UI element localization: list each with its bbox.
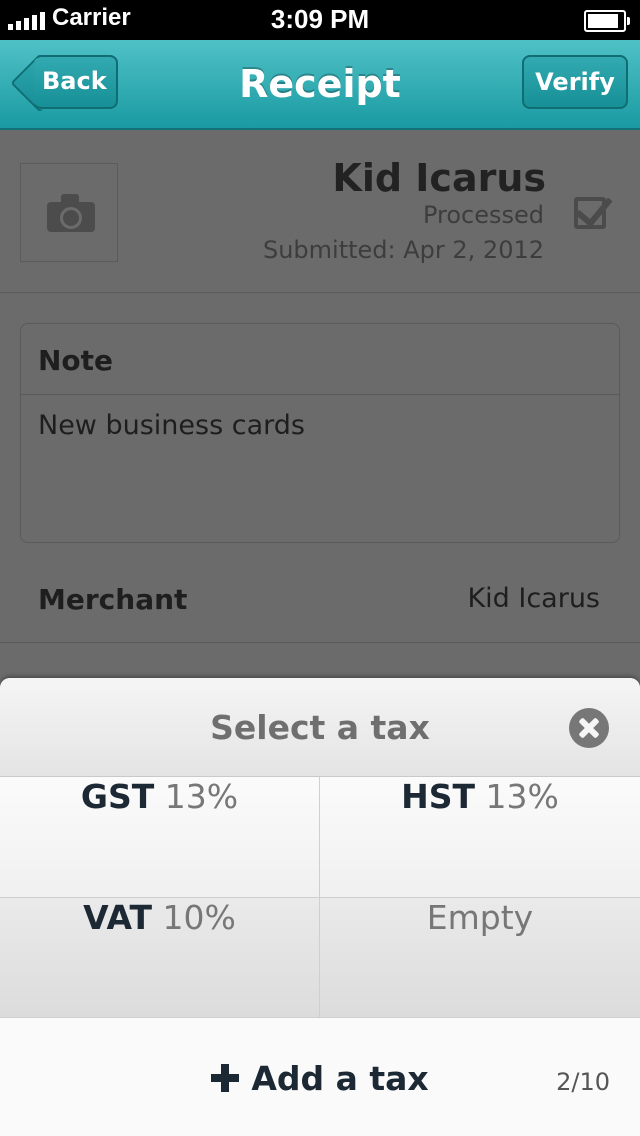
checkbox-icon[interactable] xyxy=(574,197,606,229)
tax-option-empty[interactable]: Empty xyxy=(320,897,640,1017)
tax-count: 2/10 xyxy=(556,1068,610,1096)
tax-option-empty-label: Empty xyxy=(426,898,534,937)
tax-option-gst[interactable]: GST 13% xyxy=(0,777,320,897)
tax-option-hst[interactable]: HST 13% xyxy=(320,777,640,897)
close-icon[interactable] xyxy=(569,708,609,748)
sheet-header: Select a tax xyxy=(0,678,640,777)
navigation-bar: Back Receipt Verify xyxy=(0,40,640,130)
tax-option-name: GST xyxy=(80,777,155,816)
tax-option-rate: 13% xyxy=(485,777,559,816)
battery-icon xyxy=(584,10,630,32)
camera-icon xyxy=(47,194,95,232)
receipt-photo-button[interactable] xyxy=(20,163,118,262)
tax-option-rate: 13% xyxy=(164,777,239,816)
divider xyxy=(0,642,640,643)
plus-icon xyxy=(211,1064,240,1092)
tax-option-rate: 10% xyxy=(162,898,236,937)
status-time: 3:09 PM xyxy=(270,4,370,34)
tax-option-name: VAT xyxy=(83,898,152,937)
verify-button[interactable]: Verify xyxy=(522,55,628,109)
note-text: New business cards xyxy=(38,410,305,441)
receipt-status: Processed xyxy=(422,201,544,229)
tax-option-name: HST xyxy=(401,777,476,816)
sheet-title: Select a tax xyxy=(210,708,430,747)
add-tax-label: Add a tax xyxy=(251,1059,429,1098)
merchant-value[interactable]: Kid Icarus xyxy=(467,583,600,614)
status-bar: Carrier 3:09 PM xyxy=(0,0,640,40)
receipt-name: Kid Icarus xyxy=(332,156,546,200)
tax-select-sheet: Select a tax GST 13% HST 13% VAT 10% Emp… xyxy=(0,678,640,1136)
tax-option-vat[interactable]: VAT 10% xyxy=(0,897,320,1017)
note-box[interactable]: Note New business cards xyxy=(20,323,620,543)
merchant-label: Merchant xyxy=(38,583,188,616)
receipt-submitted-date: Submitted: Apr 2, 2012 xyxy=(262,236,544,264)
divider xyxy=(0,292,640,293)
add-tax-button[interactable]: Add a tax 2/10 xyxy=(0,1017,640,1136)
note-header: Note xyxy=(38,344,114,377)
